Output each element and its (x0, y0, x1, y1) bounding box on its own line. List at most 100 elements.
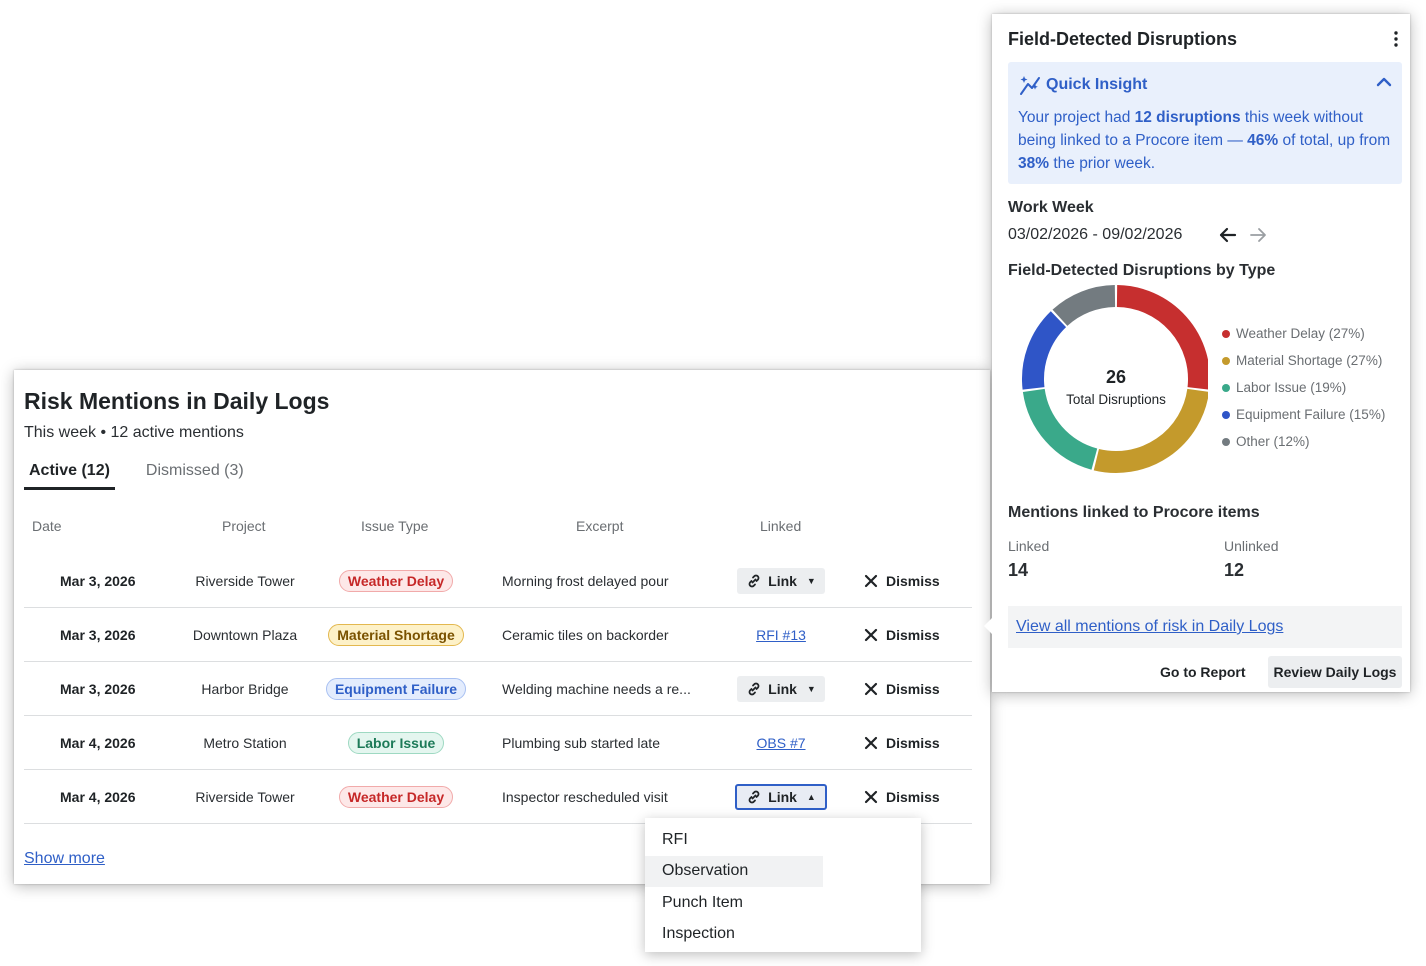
unlinked-stat: Unlinked 12 (1224, 538, 1278, 581)
legend-dot-icon (1222, 437, 1230, 446)
link-button[interactable]: Link ▼ (737, 567, 825, 594)
row-issue-cell: Weather Delay (310, 770, 482, 823)
review-daily-logs-button[interactable]: Review Daily Logs (1268, 656, 1402, 688)
row-issue-cell: Weather Delay (310, 554, 482, 607)
work-week-range: 03/02/2026 - 09/02/2026 (1008, 226, 1183, 243)
arrow-left-icon[interactable] (1218, 225, 1238, 245)
row-excerpt: Welding machine needs a re... (502, 680, 691, 697)
sparkle-icon (1020, 76, 1040, 95)
table-header: Date Project Issue Type Excerpt Linked (24, 518, 972, 538)
linked-item-link[interactable]: RFI #13 (756, 627, 806, 643)
legend-dot-icon (1222, 410, 1230, 419)
dismiss-button[interactable]: Dismiss (864, 770, 940, 823)
link-button-label: Link (768, 572, 797, 589)
legend-label: Equipment Failure (15%) (1236, 407, 1386, 422)
menu-item-punch-item[interactable]: Punch Item (645, 887, 823, 919)
disruptions-panel: Field-Detected Disruptions Quick Insight… (984, 14, 1410, 692)
row-excerpt: Plumbing sub started late (502, 734, 660, 751)
work-week-label: Work Week (1008, 199, 1094, 216)
issue-type-badge: Material Shortage (328, 623, 464, 646)
chart-center-value: 26 (1106, 367, 1126, 387)
linked-item-link[interactable]: OBS #7 (756, 735, 805, 751)
menu-item-inspection[interactable]: Inspection (645, 919, 823, 951)
legend-dot-icon (1222, 329, 1230, 338)
dismiss-label: Dismiss (886, 734, 940, 751)
legend-label: Weather Delay (27%) (1236, 326, 1365, 341)
row-excerpt: Morning frost delayed pour (502, 572, 669, 589)
donut-slice (1116, 285, 1208, 390)
chevron-up-icon[interactable] (1376, 76, 1392, 88)
column-header-excerpt: Excerpt (576, 518, 624, 534)
close-icon (864, 628, 878, 641)
table-row: Mar 4, 2026 Riverside Tower Weather Dela… (24, 770, 972, 824)
row-date: Mar 3, 2026 (60, 680, 136, 697)
close-icon (864, 790, 878, 803)
dismiss-button[interactable]: Dismiss (864, 716, 940, 769)
mentions-title: Mentions linked to Procore items (1008, 504, 1260, 521)
quick-insight-header: Quick Insight (1018, 74, 1147, 96)
column-header-issue-type: Issue Type (361, 518, 429, 534)
table-row: Mar 3, 2026 Downtown Plaza Material Shor… (24, 608, 972, 662)
close-icon (864, 574, 878, 587)
row-excerpt: Ceramic tiles on backorder (502, 626, 669, 643)
row-linked-cell: Link ▼ (724, 554, 838, 607)
dismiss-button[interactable]: Dismiss (864, 662, 940, 715)
quick-insight-box: Quick Insight Your project had 12 disrup… (1008, 62, 1402, 184)
risk-mentions-card: Risk Mentions in Daily Logs This week • … (14, 370, 990, 884)
unlinked-value: 12 (1224, 560, 1245, 580)
legend-label: Other (12%) (1236, 434, 1310, 449)
link-icon (748, 790, 760, 803)
view-all-link[interactable]: View all mentions of risk in Daily Logs (1016, 618, 1283, 636)
row-excerpt: Inspector rescheduled visit (502, 788, 668, 805)
quick-insight-title: Quick Insight (1046, 76, 1148, 93)
insight-text-part: the prior week. (1049, 155, 1155, 172)
table-body: Mar 3, 2026 Riverside Tower Weather Dela… (24, 554, 972, 824)
row-project: Harbor Bridge (201, 680, 289, 697)
legend-item: Labor Issue (19%) (1222, 374, 1385, 401)
table-row: Mar 4, 2026 Metro Station Labor Issue Pl… (24, 716, 972, 770)
row-issue-cell: Equipment Failure (310, 662, 482, 715)
issue-type-badge: Weather Delay (338, 569, 454, 592)
linked-stat: Linked 14 (1008, 538, 1049, 581)
row-linked-cell: OBS #7 (724, 716, 838, 769)
menu-item-rfi[interactable]: RFI (645, 824, 823, 856)
row-issue-cell: Labor Issue (310, 716, 482, 769)
link-button[interactable]: Link ▼ (737, 675, 825, 702)
row-issue-cell: Material Shortage (310, 608, 482, 661)
link-button-label: Link (768, 788, 797, 805)
dismiss-button[interactable]: Dismiss (864, 554, 940, 607)
row-linked-cell: Link ▼ (724, 662, 838, 715)
issue-type-badge: Equipment Failure (325, 677, 467, 700)
dismiss-label: Dismiss (886, 626, 940, 643)
issue-type-badge: Weather Delay (338, 785, 454, 808)
donut-slice (1052, 285, 1116, 327)
quick-insight-text: Your project had 12 disruptions this wee… (1018, 106, 1398, 175)
row-date: Mar 3, 2026 (60, 626, 136, 643)
show-more-link[interactable]: Show more (24, 850, 105, 868)
link-button-open[interactable]: Link ▲ (735, 783, 827, 810)
linked-label: Linked (1008, 538, 1050, 554)
go-to-report-button[interactable]: Go to Report (1160, 664, 1246, 680)
column-header-linked: Linked (760, 518, 802, 534)
view-all-band: View all mentions of risk in Daily Logs (1008, 606, 1402, 648)
dismiss-button[interactable]: Dismiss (864, 608, 940, 661)
more-options-icon[interactable] (1390, 30, 1402, 48)
tab-active[interactable]: Active (12) (24, 462, 115, 490)
row-date: Mar 4, 2026 (60, 788, 136, 805)
linked-value: 14 (1008, 560, 1029, 580)
close-icon (864, 736, 878, 749)
link-button-label: Link (768, 680, 797, 697)
menu-item-observation[interactable]: Observation (645, 855, 823, 887)
legend-dot-icon (1222, 356, 1230, 365)
link-type-menu: RFI Observation Punch Item Inspection (645, 818, 921, 952)
row-date: Mar 3, 2026 (60, 572, 136, 589)
link-icon (748, 682, 760, 695)
tab-dismissed[interactable]: Dismissed (3) (141, 462, 249, 490)
legend-item: Material Shortage (27%) (1222, 347, 1385, 374)
table-row: Mar 3, 2026 Riverside Tower Weather Dela… (24, 554, 972, 608)
column-header-date: Date (32, 518, 62, 534)
row-project: Riverside Tower (195, 788, 295, 805)
arrow-right-icon[interactable] (1248, 225, 1268, 245)
close-icon (864, 682, 878, 695)
page-title: Risk Mentions in Daily Logs (24, 388, 330, 414)
